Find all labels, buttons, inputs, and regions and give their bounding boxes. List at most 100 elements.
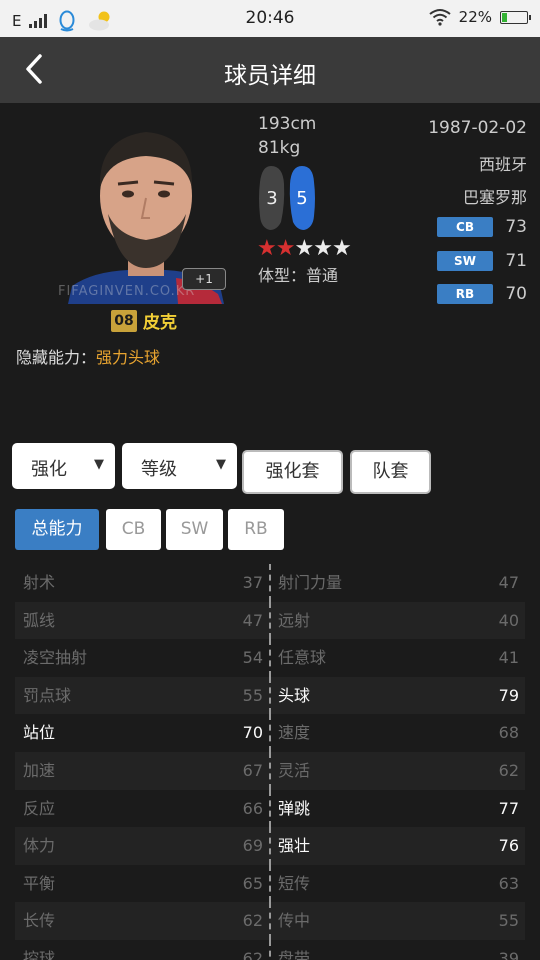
wifi-icon — [429, 9, 451, 26]
tab-cb[interactable]: CB — [106, 509, 161, 550]
column-divider — [269, 902, 271, 940]
stat-row: 体力 69 强壮 76 — [15, 827, 525, 865]
stat-left-value: 67 — [242, 760, 263, 780]
app-header: 球员详细 — [0, 37, 540, 103]
level-select[interactable]: 等级 ▼ — [122, 443, 237, 489]
tab-sw[interactable]: SW — [166, 509, 223, 550]
right-foot-value: 5 — [296, 188, 307, 209]
stat-left-name: 罚点球 — [23, 685, 72, 705]
status-right: 22% — [429, 8, 531, 26]
hidden-ability-value: 强力头球 — [96, 348, 161, 367]
player-name: 皮克 — [143, 313, 177, 333]
body-type: 体型：普通 — [258, 266, 339, 285]
stat-row: 罚点球 55 头球 79 — [15, 676, 525, 715]
stat-right-name: 射门力量 — [278, 573, 343, 592]
stat-right-name: 短传 — [278, 873, 311, 893]
stat-right-value: 39 — [498, 948, 519, 960]
stat-left-name: 弧线 — [23, 610, 56, 630]
stat-left-name: 体力 — [23, 836, 56, 856]
stat-right-value: 62 — [498, 760, 519, 780]
stat-left-name: 站位 — [23, 723, 56, 743]
dropdown-caret-icon: ▼ — [216, 457, 226, 472]
stat-left-value: 54 — [242, 648, 263, 668]
birth-date: 1987-02-02 — [428, 118, 527, 138]
star-icon: ★ — [313, 236, 333, 261]
column-divider — [269, 939, 271, 960]
column-divider — [269, 789, 271, 828]
position-rating-sw: SW 71 — [437, 251, 527, 271]
stat-right-name: 灵活 — [278, 760, 311, 780]
star-icon: ★ — [275, 236, 296, 261]
enhance-select-value: 强化 — [31, 459, 67, 480]
column-divider — [269, 676, 271, 715]
position-badge: CB — [437, 217, 493, 237]
enhance-set-button[interactable]: 强化套 — [242, 450, 343, 494]
stat-right-value: 68 — [498, 723, 519, 743]
column-divider — [269, 751, 271, 790]
stat-right-value: 63 — [498, 873, 519, 893]
dropdown-caret-icon: ▼ — [94, 457, 104, 472]
stat-row: 加速 67 灵活 62 — [15, 751, 525, 790]
column-divider — [269, 639, 271, 677]
stat-row: 站位 70 速度 68 — [15, 714, 525, 752]
stat-right-name: 盘带 — [278, 948, 311, 960]
stat-left-name: 控球 — [23, 948, 56, 960]
column-divider — [269, 564, 271, 602]
enhance-level-badge: +1 — [182, 268, 226, 290]
stat-right-name: 强壮 — [278, 836, 311, 856]
stat-left-value: 62 — [242, 948, 263, 960]
stat-left-value: 69 — [242, 836, 263, 856]
position-rating: 70 — [505, 284, 527, 304]
star-icon: ★ — [331, 236, 352, 261]
star-icon: ★ — [257, 236, 277, 261]
position-rating-rb: RB 70 — [437, 284, 527, 304]
stat-left-name: 凌空抽射 — [23, 648, 88, 668]
stat-left-value: 62 — [242, 911, 263, 931]
stat-right-value: 77 — [498, 798, 519, 818]
position-rating: 71 — [505, 251, 527, 271]
nationality: 西班牙 — [478, 155, 527, 174]
star-icon: ★ — [294, 236, 314, 261]
enhance-select[interactable]: 强化 ▼ — [12, 443, 115, 489]
attribute-table: 射术 37 射门力量 47 弧线 47 远射 40 凌空抽射 54 任意球 41 罚点球 55 头球 79 站位… — [15, 564, 525, 960]
feet-icon: 3 5 — [259, 166, 315, 230]
hidden-ability-label: 隐藏能力： — [16, 348, 97, 367]
hidden-ability: 隐藏能力：强力头球 — [16, 344, 160, 368]
stat-left-value: 55 — [242, 685, 263, 705]
stat-right-value: 79 — [498, 685, 519, 705]
stat-left-value: 70 — [242, 723, 263, 743]
page-title: 球员详细 — [224, 63, 316, 89]
position-rating: 73 — [505, 217, 527, 237]
position-rating-cb: CB 73 — [437, 217, 527, 237]
stat-left-name: 射术 — [23, 573, 56, 592]
column-divider — [269, 601, 271, 640]
position-badge: RB — [437, 284, 493, 304]
stat-left-value: 65 — [242, 873, 263, 893]
stat-row: 凌空抽射 54 任意球 41 — [15, 639, 525, 677]
stat-left-name: 反应 — [23, 798, 56, 818]
stat-left-value: 66 — [242, 798, 263, 818]
stat-row: 弧线 47 远射 40 — [15, 601, 525, 640]
tab-rb[interactable]: RB — [228, 509, 284, 550]
stat-right-value: 47 — [498, 573, 519, 592]
team-set-button[interactable]: 队套 — [350, 450, 431, 494]
column-divider — [269, 864, 271, 903]
stat-right-value: 41 — [498, 648, 519, 668]
stat-right-value: 76 — [498, 836, 519, 856]
stat-right-value: 40 — [498, 610, 519, 630]
stat-left-name: 长传 — [23, 911, 56, 931]
stat-right-name: 速度 — [278, 723, 311, 743]
club-name: 巴塞罗那 — [462, 188, 527, 207]
tab-overall[interactable]: 总能力 — [15, 509, 99, 550]
battery-icon — [500, 10, 531, 24]
stat-left-name: 平衡 — [23, 873, 56, 893]
status-bar: E 20:46 22% — [0, 0, 540, 37]
player-name-row: 08 皮克 — [111, 308, 177, 333]
stat-row: 平衡 65 短传 63 — [15, 864, 525, 903]
player-weight: 81kg — [258, 138, 301, 158]
stat-right-name: 头球 — [278, 685, 311, 705]
stat-left-value: 37 — [242, 573, 263, 592]
player-height: 193cm — [258, 114, 317, 134]
left-foot-value: 3 — [266, 188, 277, 209]
battery-percent: 22% — [458, 8, 492, 26]
